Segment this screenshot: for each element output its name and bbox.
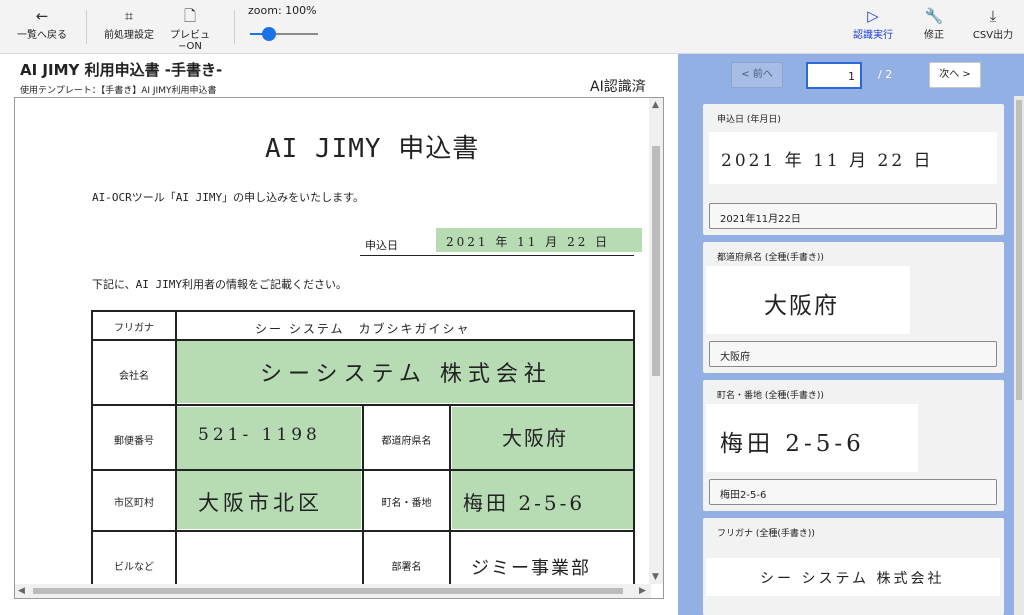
city-label: 市区町村 xyxy=(114,498,154,509)
wrench-icon: 🔧 xyxy=(924,7,944,25)
field-title: 都道府県名 (全種(手書き)) xyxy=(717,253,824,263)
zoom-label: zoom: 100% xyxy=(248,4,317,17)
preprocess-button-label: 前処理設定 xyxy=(104,30,154,41)
town-label: 町名・番地 xyxy=(381,498,432,509)
field-image: 2021 年 11 月 22 日 xyxy=(709,132,997,184)
horizontal-scroll-thumb[interactable] xyxy=(33,588,623,594)
field-image: 梅田 2-5-6 xyxy=(706,404,918,472)
csv-export-button[interactable]: ⤓ CSV出力 xyxy=(970,6,1016,48)
preview-button-label: プレビュ−ON xyxy=(170,30,210,52)
field-card-prefecture: 都道府県名 (全種(手書き)) 大阪府 大阪府 xyxy=(703,242,1004,373)
edit-button-label: 修正 xyxy=(924,30,944,41)
prev-page-button[interactable]: < 前へ xyxy=(731,62,783,88)
date-label: 申込日 xyxy=(365,239,398,252)
document-icon: 🗋 xyxy=(183,7,197,25)
field-image: 大阪府 xyxy=(706,266,910,334)
csv-export-button-label: CSV出力 xyxy=(972,30,1014,41)
field-value-input[interactable]: 大阪府 xyxy=(709,341,997,367)
zoom-slider-thumb[interactable] xyxy=(262,27,276,41)
vertical-scrollbar[interactable]: ▲ ▼ xyxy=(649,98,663,584)
scroll-left-icon[interactable]: ◀ xyxy=(18,586,25,596)
date-handwriting: 2021 年 11 月 22 日 xyxy=(446,235,611,249)
department-label: 部署名 xyxy=(391,562,422,573)
play-icon: ▷ xyxy=(867,7,879,25)
prefecture-label: 都道府県名 xyxy=(381,436,432,447)
field-title: フリガナ (全種(手書き)) xyxy=(717,529,815,539)
company-label: 会社名 xyxy=(119,371,149,382)
furigana-handwriting: シー システム カブシキガイシャ xyxy=(255,322,471,336)
field-card-date: 申込日 (年月日) 2021 年 11 月 22 日 2021年11月22日 xyxy=(703,104,1004,235)
document-title: AI JIMY 利用申込書 -手書き- xyxy=(20,61,223,79)
panel-scroll-thumb[interactable] xyxy=(1016,100,1022,400)
field-card-furigana: フリガナ (全種(手書き)) シー システム 株式会社 xyxy=(703,518,1004,615)
city-handwriting: 大阪市北区 xyxy=(198,491,323,515)
page-total: / 2 xyxy=(878,68,893,81)
toolbar-divider xyxy=(234,10,235,44)
arrow-left-icon: ← xyxy=(35,7,49,25)
table-rule xyxy=(175,310,177,598)
field-handwriting: 梅田 2-5-6 xyxy=(720,431,865,457)
horizontal-scrollbar[interactable]: ◀ ▶ xyxy=(15,584,651,598)
field-title: 町名・番地 (全種(手書き)) xyxy=(717,391,824,401)
table-rule xyxy=(91,339,635,341)
form-intro: AI-OCRツール「AI JIMY」の申し込みをいたします。 xyxy=(92,191,364,204)
next-page-button[interactable]: 次へ > xyxy=(929,62,981,88)
building-label: ビルなど xyxy=(114,562,154,573)
scroll-down-icon[interactable]: ▼ xyxy=(652,572,659,582)
town-handwriting: 梅田 2-5-6 xyxy=(463,491,586,515)
field-card-town: 町名・番地 (全種(手書き)) 梅田 2-5-6 梅田2-5-6 xyxy=(703,380,1004,511)
toolbar-divider xyxy=(86,10,87,44)
field-image: シー システム 株式会社 xyxy=(706,558,1000,596)
postal-label: 郵便番号 xyxy=(114,436,154,447)
download-icon: ⤓ xyxy=(989,7,997,25)
recognize-button-label: 認識実行 xyxy=(853,30,893,41)
preprocess-button[interactable]: ⌗ 前処理設定 xyxy=(100,6,158,48)
template-name: 使用テンプレート：【手書き】AI JIMY利用申込書 xyxy=(20,86,217,96)
back-button[interactable]: ← 一覧へ戻る xyxy=(14,6,70,48)
recognize-button[interactable]: ▷ 認識実行 xyxy=(850,6,896,48)
furigana-label: フリガナ xyxy=(114,323,154,334)
edit-button[interactable]: 🔧 修正 xyxy=(918,6,950,48)
preview-button[interactable]: 🗋 プレビュ−ON xyxy=(160,6,220,52)
form-heading: AI JIMY 申込書 xyxy=(265,134,480,164)
page-number-input[interactable]: 1 xyxy=(806,62,862,89)
prefecture-handwriting: 大阪府 xyxy=(502,426,568,450)
crop-icon: ⌗ xyxy=(124,7,134,25)
field-handwriting: 2021 年 11 月 22 日 xyxy=(721,151,934,171)
field-value-input[interactable]: 梅田2-5-6 xyxy=(709,479,997,505)
field-value-input[interactable]: 2021年11月22日 xyxy=(709,203,997,229)
scroll-up-icon[interactable]: ▲ xyxy=(652,100,659,110)
field-title: 申込日 (年月日) xyxy=(717,115,781,125)
form-note: 下記に、AI JIMY利用者の情報をご記載ください。 xyxy=(92,278,348,291)
toolbar: ← 一覧へ戻る ⌗ 前処理設定 🗋 プレビュ−ON zoom: 100% ▷ 認… xyxy=(0,0,1024,54)
table-rule xyxy=(449,404,451,598)
date-underline xyxy=(360,255,634,256)
department-handwriting: ジミー事業部 xyxy=(471,558,591,579)
field-handwriting: シー システム 株式会社 xyxy=(760,571,945,587)
company-handwriting: シーシステム 株式会社 xyxy=(260,362,552,387)
recognition-status: AI認識済 xyxy=(590,79,646,95)
postal-handwriting: 521- 1198 xyxy=(198,425,321,445)
back-button-label: 一覧へ戻る xyxy=(17,30,67,41)
document-viewer[interactable]: AI JIMY 申込書 AI-OCRツール「AI JIMY」の申し込みをいたしま… xyxy=(14,97,664,599)
vertical-scroll-thumb[interactable] xyxy=(652,146,660,376)
scroll-right-icon[interactable]: ▶ xyxy=(639,586,646,596)
field-handwriting: 大阪府 xyxy=(764,293,839,319)
